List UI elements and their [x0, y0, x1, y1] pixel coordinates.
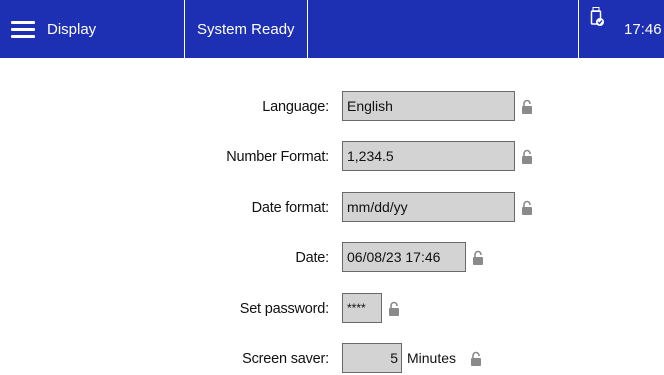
usb-drive-check-icon[interactable]	[590, 7, 604, 29]
number-format-label: Number Format:	[226, 149, 329, 165]
clock: 17:46	[624, 20, 662, 38]
screen-title: Display	[47, 20, 97, 38]
unlocked-padlock-icon[interactable]	[521, 200, 533, 216]
password-label: Set password:	[239, 301, 329, 317]
language-row: Language: English	[0, 91, 664, 123]
hamburger-menu-icon[interactable]	[11, 21, 35, 38]
top-bar: Display System Ready 17:46	[0, 0, 664, 58]
divider	[307, 0, 308, 58]
unlocked-padlock-icon[interactable]	[521, 99, 533, 115]
date-format-field[interactable]: mm/dd/yy	[342, 192, 515, 222]
date-format-row: Date format: mm/dd/yy	[0, 192, 664, 224]
divider	[578, 0, 579, 58]
number-format-row: Number Format: 1,234.5	[0, 141, 664, 173]
divider	[184, 0, 185, 58]
number-format-field[interactable]: 1,234.5	[342, 141, 515, 171]
date-label: Date:	[295, 250, 329, 266]
date-row: Date: 06/08/23 17:46	[0, 242, 664, 274]
language-label: Language:	[262, 99, 329, 115]
system-status: System Ready	[197, 20, 295, 38]
date-field[interactable]: 06/08/23 17:46	[342, 242, 466, 272]
screen-saver-unit: Minutes	[407, 350, 457, 366]
unlocked-padlock-icon[interactable]	[472, 250, 484, 266]
password-row: Set password: ****	[0, 293, 664, 325]
date-format-label: Date format:	[251, 200, 330, 216]
screen-saver-field[interactable]: 5	[342, 343, 402, 373]
unlocked-padlock-icon[interactable]	[470, 351, 482, 367]
password-field[interactable]: ****	[342, 293, 382, 323]
language-field[interactable]: English	[342, 91, 515, 121]
screen-saver-row: Screen saver: 5 Minutes	[0, 343, 664, 375]
unlocked-padlock-icon[interactable]	[521, 149, 533, 165]
screen-saver-label: Screen saver:	[242, 351, 329, 367]
unlocked-padlock-icon[interactable]	[388, 301, 400, 317]
